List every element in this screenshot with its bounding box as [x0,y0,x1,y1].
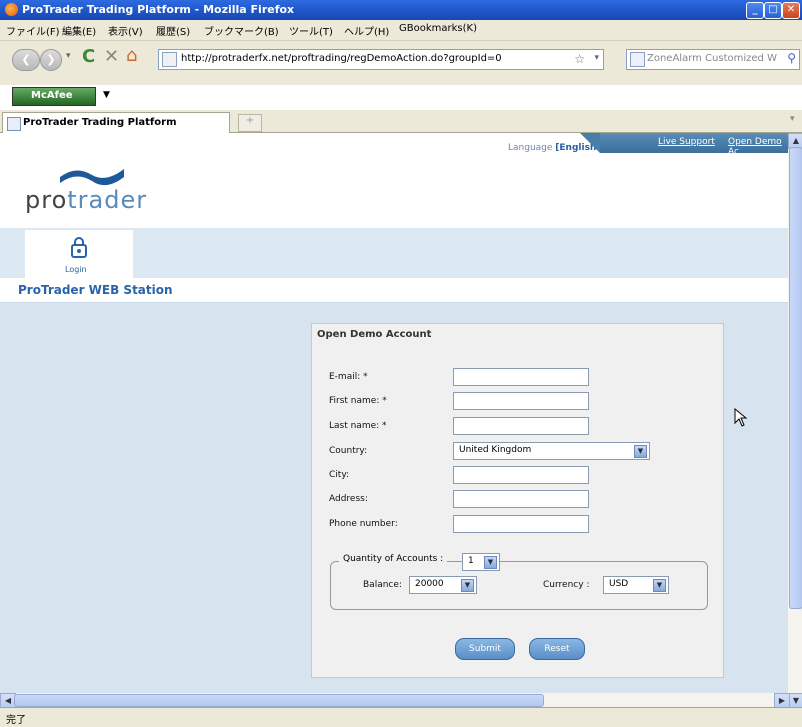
tab-title: ProTrader Trading Platform [23,117,177,128]
reset-button[interactable]: Reset [529,638,585,660]
login-label: Login [65,265,87,274]
country-value: United Kingdom [459,445,532,455]
balance-select[interactable]: 20000 ▼ [409,576,477,594]
firefox-icon [5,3,18,16]
history-dropdown-icon[interactable]: ▾ [66,51,71,61]
phone-field[interactable] [453,515,589,533]
horizontal-scroll-thumb[interactable] [14,694,544,707]
open-demo-account-form: Open Demo Account E-mail: * First name: … [311,323,724,678]
menu-bookmarks[interactable]: ブックマーク(B) [204,23,279,38]
forward-icon[interactable]: ❯ [40,49,62,71]
email-field[interactable] [453,368,589,386]
last-name-label: Last name: * [329,421,387,431]
accounts-fieldset: Quantity of Accounts : 1 ▼ Balance: 2000… [330,553,708,610]
search-box[interactable]: ZoneAlarm Customized W ⚲ [626,49,800,70]
live-support-link[interactable]: Live Support [658,137,715,147]
nav-area: Login [0,228,788,278]
menu-view[interactable]: 表示(V) [108,23,143,38]
chevron-down-icon: ▼ [484,556,497,569]
url-bar[interactable]: http://protraderfx.net/proftrading/regDe… [158,49,604,70]
chevron-down-icon: ▼ [461,579,474,592]
country-select[interactable]: United Kingdom ▼ [453,442,650,460]
phone-label: Phone number: [329,519,398,529]
protrader-logo: protrader [25,186,147,214]
country-label: Country: [329,446,368,456]
window-title: ProTrader Trading Platform - Mozilla Fir… [22,3,295,16]
language-label: Language [508,143,553,153]
quantity-value: 1 [468,556,474,566]
close-button[interactable]: ✕ [782,2,800,19]
window-title-bar: ProTrader Trading Platform - Mozilla Fir… [0,0,802,20]
first-name-field[interactable] [453,392,589,410]
open-demo-link[interactable]: Open Demo Ac [728,137,788,157]
currency-select[interactable]: USD ▼ [603,576,669,594]
station-title: ProTrader WEB Station [18,283,173,297]
new-tab-button[interactable]: + [238,114,262,132]
lock-icon [71,237,87,258]
mcafee-dropdown-icon[interactable]: ▼ [103,90,110,100]
site-icon [162,52,177,67]
bookmark-star-icon[interactable]: ☆ [574,52,585,66]
tab-list-icon[interactable]: ▾ [790,114,795,124]
minimize-button[interactable]: _ [746,2,764,19]
tab-bar: ProTrader Trading Platform + ▾ [0,110,802,133]
first-name-label: First name: * [329,396,387,406]
login-nav-button[interactable]: Login [25,230,133,278]
address-field[interactable] [453,490,589,508]
email-label: E-mail: * [329,372,368,382]
last-name-field[interactable] [453,417,589,435]
mouse-cursor-icon [734,408,748,427]
station-bar: ProTrader WEB Station [0,278,788,303]
url-dropdown-icon[interactable]: ▾ [594,53,599,63]
city-label: City: [329,470,350,480]
page-content: Language [English ▾] Live Support Open D… [0,133,788,707]
vertical-scrollbar[interactable]: ▲ ▼ [788,133,802,709]
quantity-label: Quantity of Accounts : [339,554,448,564]
search-engine-icon[interactable] [630,52,645,67]
menu-help[interactable]: ヘルプ(H) [344,23,389,38]
logo-pro-text: pro [25,186,68,214]
address-label: Address: [329,494,368,504]
menu-edit[interactable]: 編集(E) [62,23,96,38]
status-text: 完了 [6,715,26,726]
mcafee-button[interactable]: McAfee [12,87,96,106]
reload-icon[interactable]: C [82,46,95,67]
chevron-down-icon: ▼ [653,579,666,592]
horizontal-scrollbar[interactable]: ◀ ▶ [0,693,790,709]
quantity-select[interactable]: 1 ▼ [462,553,500,571]
city-field[interactable] [453,466,589,484]
url-text: http://protraderfx.net/proftrading/regDe… [181,53,502,64]
submit-button[interactable]: Submit [455,638,515,660]
tab-favicon-icon [7,117,21,131]
site-header: Language [English ▾] Live Support Open D… [0,133,788,228]
tab-protrader[interactable]: ProTrader Trading Platform [2,112,230,133]
form-title: Open Demo Account [317,329,432,340]
menu-file[interactable]: ファイル(F) [6,23,60,38]
status-bar: 完了 [0,707,802,727]
vertical-scroll-thumb[interactable] [789,147,802,609]
top-links-strip: Live Support Open Demo Ac [580,133,788,157]
back-icon[interactable]: ❮ [12,49,40,71]
menu-tools[interactable]: ツール(T) [289,23,333,38]
currency-value: USD [609,579,629,589]
menu-history[interactable]: 履歴(S) [156,23,190,38]
mcafee-label: McAfee [31,90,73,101]
menu-bar: ファイル(F) 編集(E) 表示(V) 履歴(S) ブックマーク(B) ツール(… [0,20,802,41]
home-icon[interactable]: ⌂ [126,45,137,66]
maximize-button[interactable]: □ [764,2,782,19]
logo-trader-text: trader [67,186,148,214]
currency-label: Currency : [543,580,590,590]
search-icon[interactable]: ⚲ [787,51,796,65]
menu-gbookmarks[interactable]: GBookmarks(K) [399,23,477,34]
balance-label: Balance: [363,580,402,590]
chevron-down-icon: ▼ [634,445,647,458]
navigation-toolbar: ❮ ❯ ▾ C ✕ ⌂ http://protraderfx.net/proft… [0,41,802,85]
balance-value: 20000 [415,579,444,589]
search-placeholder: ZoneAlarm Customized W [647,53,777,64]
stop-icon[interactable]: ✕ [104,46,119,67]
